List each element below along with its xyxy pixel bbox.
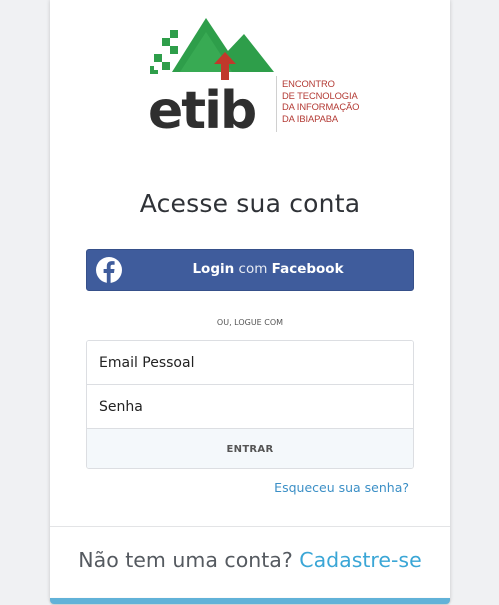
forgot-password-link[interactable]: Esqueceu sua senha? [274, 480, 409, 495]
facebook-icon [96, 257, 122, 283]
facebook-login-label: Login com Facebook [123, 261, 413, 277]
signup-prompt: Não tem uma conta? Cadastre-se [50, 548, 450, 572]
password-field[interactable] [87, 385, 413, 429]
facebook-word: Facebook [271, 261, 344, 277]
page-title: Acesse sua conta [139, 189, 361, 218]
logo-wordmark: etib [148, 81, 255, 141]
card-accent-bar [50, 598, 450, 604]
logo-tagline-line: DA IBIAPABA [282, 112, 339, 124]
submit-button[interactable]: ENTRAR [87, 429, 413, 468]
signup-link[interactable]: Cadastre-se [299, 548, 421, 572]
login-word: Login [192, 261, 235, 277]
signup-prompt-text: Não tem uma conta? [78, 548, 293, 572]
or-divider-text: OU, LOGUE COM [216, 318, 284, 327]
logo-tagline: ENCONTRO DE TECNOLOGIA DA INFORMAÇÃO DA … [282, 78, 362, 124]
facebook-login-button[interactable]: Login com Facebook [86, 249, 414, 291]
logo-tagline-line: DA INFORMAÇÃO [282, 101, 360, 112]
section-divider [50, 526, 450, 527]
logo-tagline-line: ENCONTRO [282, 78, 335, 89]
logo-tagline-line: DE TECNOLOGIA [282, 89, 358, 101]
login-form: ENTRAR [86, 340, 414, 469]
email-field[interactable] [87, 341, 413, 385]
com-word: com [238, 261, 268, 277]
